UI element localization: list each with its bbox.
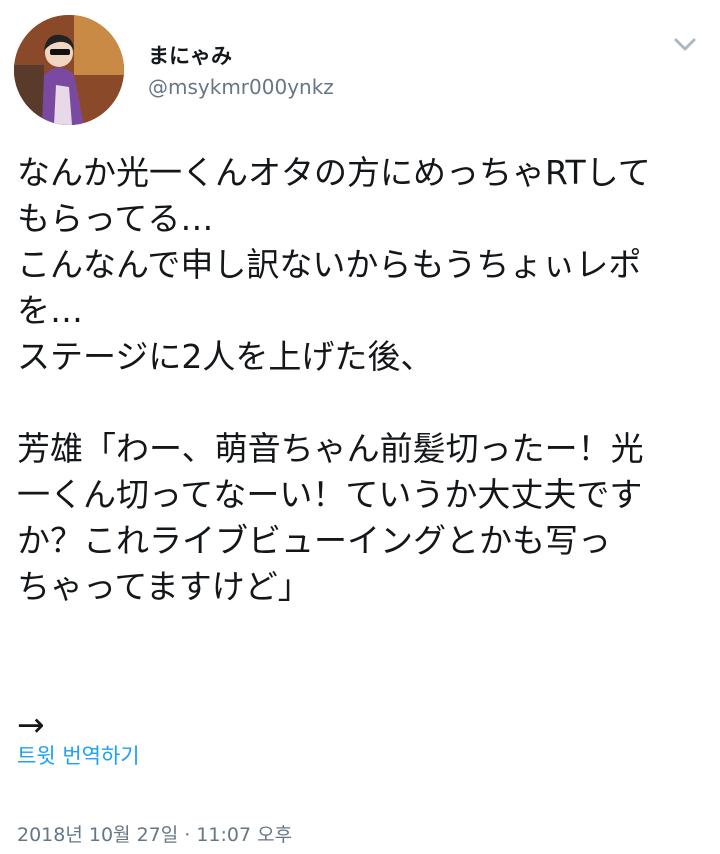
tweet-text: なんか光一くんオタの方にめっちゃRTして もらってる… こんなんで申し訳ないから…: [17, 153, 651, 744]
display-name[interactable]: まにゃみ: [148, 40, 232, 70]
translate-tweet-link[interactable]: 트윗 번역하기: [17, 740, 140, 770]
avatar-image: [14, 15, 124, 125]
chevron-down-icon[interactable]: [672, 34, 698, 54]
user-avatar[interactable]: [14, 15, 124, 125]
tweet-timestamp[interactable]: 2018년 10월 27일 · 11:07 오후: [17, 820, 292, 847]
user-handle[interactable]: @msykmr000ynkz: [148, 75, 334, 99]
